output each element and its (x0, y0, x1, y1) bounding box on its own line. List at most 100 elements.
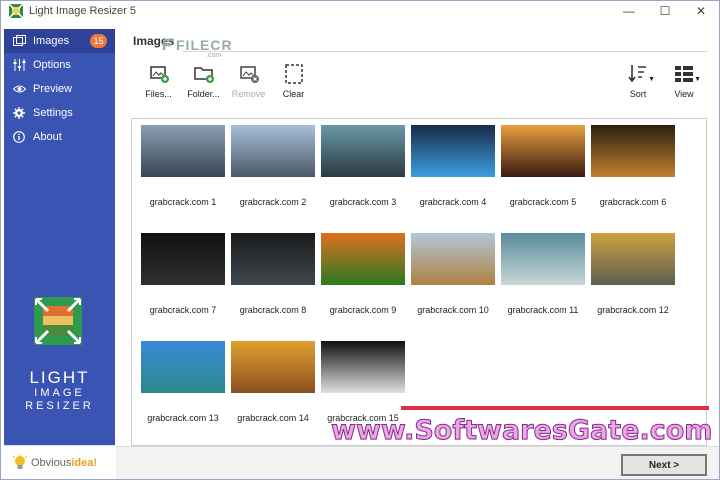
sidebar-item-images[interactable]: Images 15 (4, 29, 115, 53)
thumbnail-caption: grabcrack.com 3 (329, 197, 397, 207)
thumbnail-caption: grabcrack.com 8 (239, 305, 307, 315)
thumbnail-caption: grabcrack.com 4 (419, 197, 487, 207)
sliders-icon (12, 58, 26, 72)
gear-icon (12, 106, 26, 120)
chevron-down-icon: ▼ (694, 76, 701, 83)
add-folder-icon (193, 67, 214, 83)
filecr-text: FILECR (176, 37, 233, 53)
thumbnail-caption: grabcrack.com 11 (507, 305, 579, 315)
main-panel: Images FILECR .com Files... Folder... Re… (116, 21, 719, 479)
logo-line-2: IMAGE (34, 387, 85, 399)
logo-line-1: LIGHT (29, 368, 90, 387)
image-thumbnail[interactable]: grabcrack.com 11 (498, 233, 588, 341)
toolbar-left: Files... Folder... Remove Clear (136, 63, 316, 99)
remove-button[interactable]: Remove (226, 63, 271, 99)
minimize-button[interactable]: — (611, 1, 647, 21)
thumbnail-caption: grabcrack.com 9 (329, 305, 397, 315)
close-button[interactable]: ✕ (683, 1, 719, 21)
sort-icon (628, 65, 646, 83)
thumbnail-image (321, 341, 405, 393)
image-thumbnail[interactable]: grabcrack.com 13 (138, 341, 228, 445)
app-logo-text: LIGHT IMAGE RESIZER (4, 369, 115, 413)
thumbnail-caption: grabcrack.com 2 (239, 197, 307, 207)
image-thumbnail[interactable]: grabcrack.com 12 (588, 233, 678, 341)
image-thumbnail[interactable]: grabcrack.com 14 (228, 341, 318, 445)
remove-label: Remove (231, 89, 266, 99)
app-window: Light Image Resizer 5 — ☐ ✕ Images 15 Op… (0, 0, 720, 480)
resizer-logo-icon (34, 297, 82, 345)
sidebar-item-label: Preview (33, 83, 73, 95)
sidebar-item-preview[interactable]: Preview (4, 77, 115, 101)
image-thumbnail[interactable]: grabcrack.com 10 (408, 233, 498, 341)
image-thumbnail[interactable]: grabcrack.com 2 (228, 125, 318, 233)
maximize-button[interactable]: ☐ (647, 1, 683, 21)
thumbnail-image (321, 233, 405, 285)
image-thumbnail[interactable]: grabcrack.com 8 (228, 233, 318, 341)
sidebar: Images 15 Options Preview Settings About… (4, 29, 115, 445)
thumbnail-image (231, 341, 315, 393)
softwaresgate-watermark: www.SoftwaresGate.com (330, 415, 713, 447)
thumbnail-image (591, 125, 675, 177)
view-button[interactable]: ▼ View (661, 63, 707, 99)
clear-icon (284, 64, 303, 84)
thumbnail-image (321, 125, 405, 177)
filecr-sub: .com (206, 52, 222, 59)
image-grid[interactable]: grabcrack.com 1 grabcrack.com 2 grabcrack.… (131, 118, 707, 446)
image-thumbnail[interactable]: grabcrack.com 6 (588, 125, 678, 233)
thumbnail-list: grabcrack.com 1 grabcrack.com 2 grabcrack.… (138, 125, 678, 445)
thumbnail-image (501, 233, 585, 285)
chevron-down-icon: ▼ (648, 76, 655, 83)
filecr-watermark: FILECR .com (162, 37, 233, 59)
thumbnail-caption: grabcrack.com 12 (597, 305, 669, 315)
thumbnail-image (501, 125, 585, 177)
thumbnail-caption: grabcrack.com 1 (149, 197, 217, 207)
thumbnail-image (141, 125, 225, 177)
sidebar-item-label: Settings (33, 107, 73, 119)
files-label: Files... (145, 89, 172, 99)
sidebar-item-label: About (33, 131, 62, 143)
folder-label: Folder... (187, 89, 220, 99)
sort-button[interactable]: ▼ Sort (615, 63, 661, 99)
sidebar-item-settings[interactable]: Settings (4, 101, 115, 125)
lightbulb-icon (12, 453, 28, 469)
sort-label: Sort (629, 89, 647, 99)
images-icon (12, 34, 26, 48)
eye-icon (12, 82, 26, 96)
view-list-icon (675, 66, 693, 82)
view-label: View (674, 89, 694, 99)
thumbnail-caption: grabcrack.com 7 (149, 305, 217, 315)
clear-label: Clear (282, 89, 305, 99)
app-icon (9, 4, 23, 18)
add-files-button[interactable]: Files... (136, 63, 181, 99)
thumbnail-image (141, 233, 225, 285)
info-icon (12, 130, 26, 144)
toolbar-right: ▼ Sort ▼ View (615, 63, 707, 99)
image-thumbnail[interactable]: grabcrack.com 7 (138, 233, 228, 341)
image-thumbnail[interactable]: grabcrack.com 5 (498, 125, 588, 233)
thumbnail-image (591, 233, 675, 285)
image-thumbnail[interactable]: grabcrack.com 4 (408, 125, 498, 233)
image-thumbnail[interactable]: grabcrack.com 9 (318, 233, 408, 341)
obviousidea-brand[interactable]: Obviousidea! (4, 445, 115, 479)
thumbnail-caption: grabcrack.com 5 (509, 197, 577, 207)
title-bar: Light Image Resizer 5 — ☐ ✕ (1, 1, 719, 21)
watermark-underline (401, 406, 709, 410)
add-folder-button[interactable]: Folder... (181, 63, 226, 99)
thumbnail-caption: grabcrack.com 10 (417, 305, 489, 315)
thumbnail-caption: grabcrack.com 13 (147, 413, 219, 423)
next-button[interactable]: Next > (621, 454, 707, 476)
clear-button[interactable]: Clear (271, 63, 316, 99)
add-image-icon (149, 66, 169, 83)
thumbnail-image (231, 125, 315, 177)
remove-image-icon (239, 66, 259, 83)
image-thumbnail[interactable]: grabcrack.com 1 (138, 125, 228, 233)
sidebar-item-label: Images (33, 35, 70, 47)
thumbnail-image (231, 233, 315, 285)
sidebar-item-options[interactable]: Options (4, 53, 115, 77)
filecr-logo-icon (162, 38, 174, 50)
sidebar-item-about[interactable]: About (4, 125, 115, 149)
divider (182, 51, 707, 52)
thumbnail-image (411, 125, 495, 177)
sidebar-item-label: Options (33, 59, 71, 71)
image-thumbnail[interactable]: grabcrack.com 3 (318, 125, 408, 233)
